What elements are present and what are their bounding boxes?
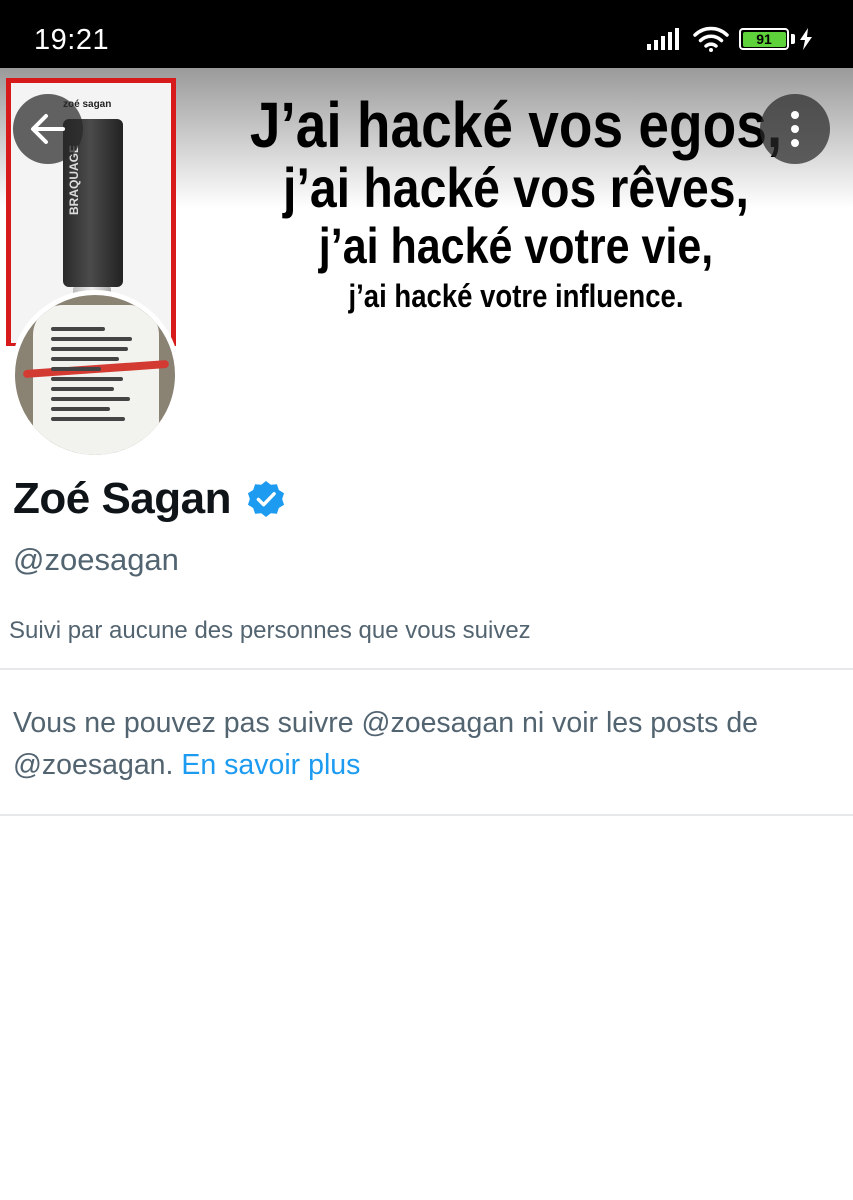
restriction-message: Vous ne pouvez pas suivre @zoesagan ni v… [13, 707, 759, 781]
status-indicators: 91 [647, 26, 813, 52]
headline-line-3: j’ai hacké votre vie, [318, 218, 714, 274]
battery-cap [791, 34, 795, 44]
status-time: 19:21 [34, 24, 110, 56]
display-name: Zoé Sagan [13, 474, 232, 523]
more-vertical-icon [791, 111, 799, 147]
cellular-signal-icon [647, 28, 679, 50]
learn-more-link[interactable]: En savoir plus [181, 749, 360, 781]
verified-badge-icon[interactable] [247, 480, 285, 518]
more-options-button[interactable] [760, 94, 830, 164]
headline-line-1: J’ai hacké vos egos, [249, 89, 783, 161]
arrow-left-icon [31, 114, 65, 144]
charging-bolt-icon [800, 28, 812, 50]
divider [0, 814, 853, 816]
avatar-shirt-print [51, 327, 141, 427]
restriction-notice: Vous ne pouvez pas suivre @zoesagan ni v… [13, 702, 833, 786]
divider [0, 668, 853, 670]
usb-label: BRAQUAGE [67, 144, 81, 215]
headline-line-2: j’ai hacké vos rêves, [283, 156, 749, 219]
banner-headline: J’ai hacké vos egos, j’ai hacké vos rêve… [186, 92, 846, 318]
followed-by-text: Suivi par aucune des personnes que vous … [9, 617, 531, 644]
battery-level: 91 [742, 31, 786, 47]
headline-line-4: j’ai hacké votre influence. [348, 278, 684, 314]
battery-icon: 91 [739, 28, 789, 50]
back-button[interactable] [13, 94, 83, 164]
wifi-icon [693, 26, 729, 52]
name-row: Zoé Sagan [13, 474, 285, 524]
profile-handle: @zoesagan [13, 542, 179, 577]
status-bar: 19:21 91 [0, 0, 853, 68]
avatar[interactable] [10, 290, 180, 460]
